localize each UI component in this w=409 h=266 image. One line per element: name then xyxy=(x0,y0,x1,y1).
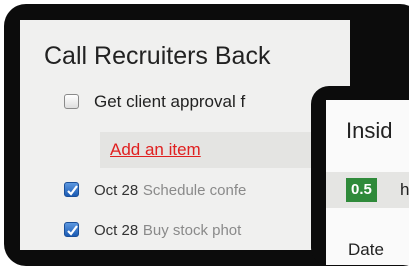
panel-title: Insid xyxy=(346,118,393,143)
checkmark-icon xyxy=(67,185,78,196)
todo-date: Oct 28 xyxy=(94,182,139,199)
todo-item-label: Get client approval f xyxy=(94,92,246,111)
hours-unit: h xyxy=(400,180,409,199)
list-title: Call Recruiters Back xyxy=(44,42,271,70)
date-column-header: Date xyxy=(348,240,384,259)
add-item-link[interactable]: Add an item xyxy=(110,140,201,160)
todo-checkbox-checked[interactable] xyxy=(64,182,79,197)
time-tracking-panel: Insid 0.5 h Date xyxy=(326,100,409,265)
todo-list-panel: Call Recruiters Back Get client approval… xyxy=(20,20,350,250)
hours-badge: 0.5 xyxy=(346,178,377,202)
todo-task: Buy stock phot xyxy=(142,222,242,239)
todo-checkbox[interactable] xyxy=(64,94,79,109)
hours-bar: 0.5 h xyxy=(326,172,409,208)
todo-checkbox-checked[interactable] xyxy=(64,222,79,237)
todo-date: Oct 28 xyxy=(94,222,139,239)
todo-task: Schedule confe xyxy=(142,182,247,199)
checkmark-icon xyxy=(67,225,78,236)
